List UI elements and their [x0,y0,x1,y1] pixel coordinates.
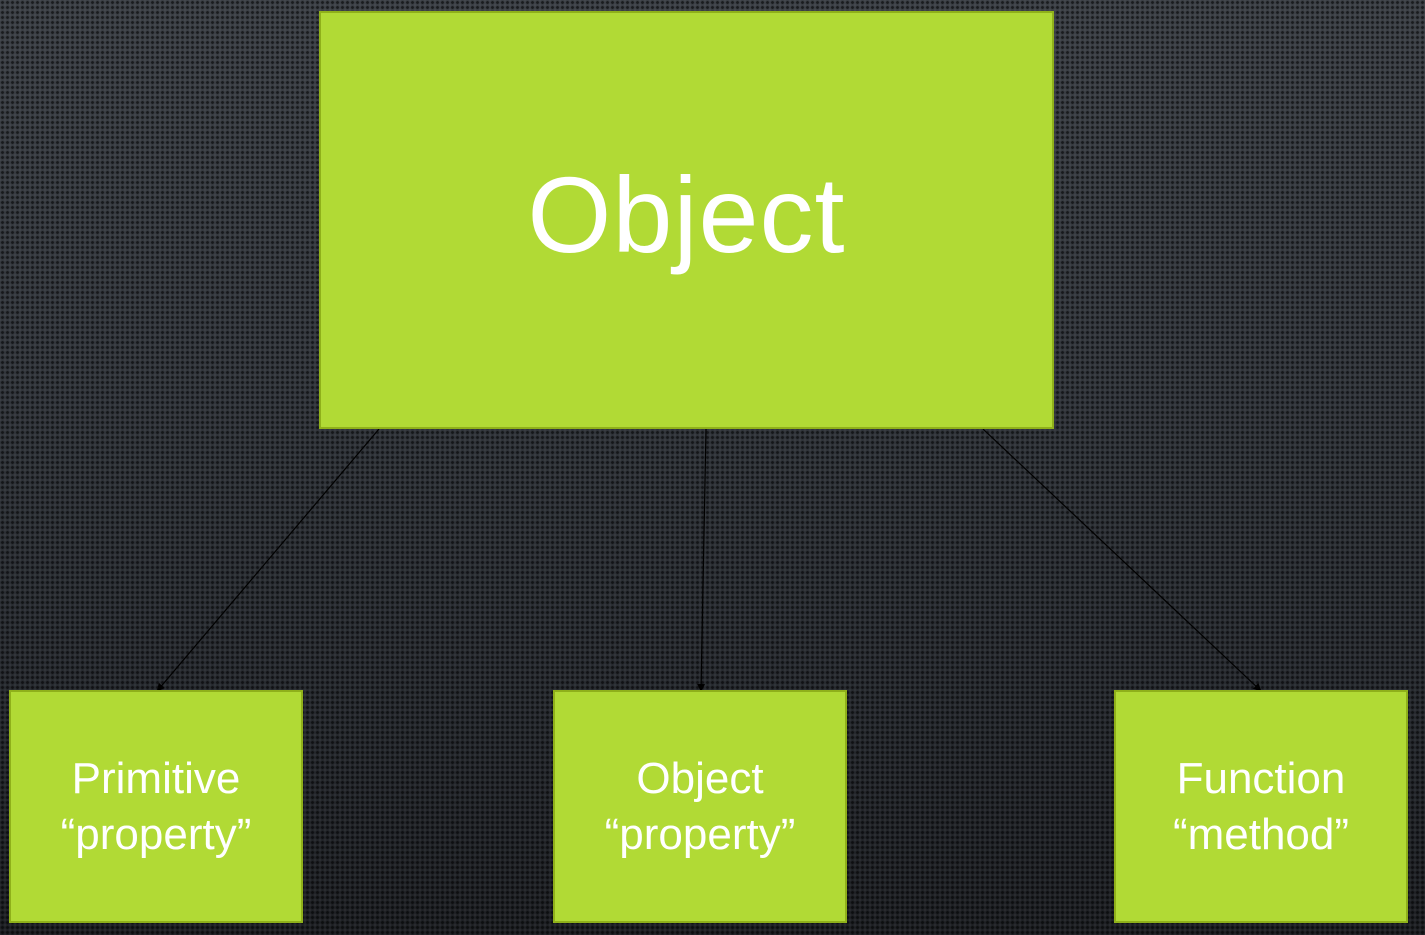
connector-root-to-primitive [156,428,380,692]
function-method-line2: “method” [1172,809,1350,859]
root-object-label: Object [527,154,846,275]
object-property-line2: “property” [604,809,796,859]
function-method-box: Function “method” [1114,690,1408,923]
primitive-property-line2: “property” [60,809,252,859]
primitive-property-line1: Primitive [71,753,241,803]
connector-root-to-object-property [697,428,707,692]
diagram-slide: Object Primitive “property” Object “prop… [0,0,1425,935]
primitive-property-box: Primitive “property” [9,690,303,923]
object-property-line1: Object [636,753,764,803]
object-property-box: Object “property” [553,690,847,923]
root-object-box: Object [319,11,1054,429]
function-method-line1: Function [1176,753,1346,803]
connector-root-to-function-method [982,428,1262,692]
